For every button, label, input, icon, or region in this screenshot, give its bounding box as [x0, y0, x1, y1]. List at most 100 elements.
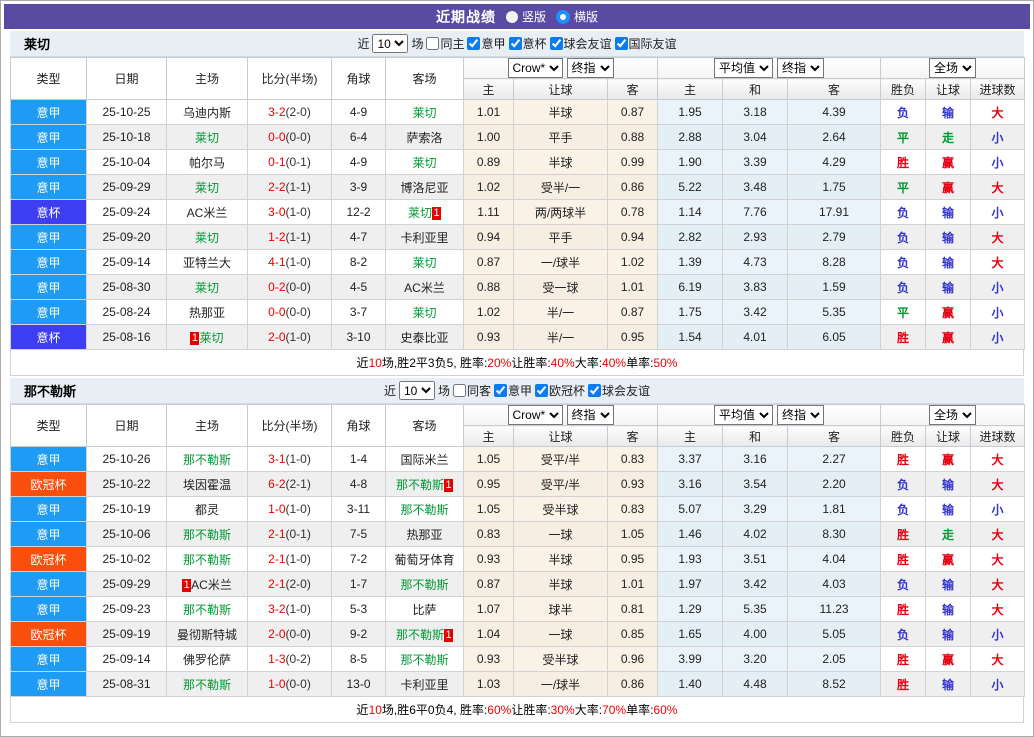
- corners: 3-7: [331, 299, 386, 325]
- radio-selected-icon[interactable]: [556, 9, 570, 24]
- avg-home: 1.46: [657, 521, 723, 547]
- result-outcome: 负: [880, 571, 927, 597]
- result-goals: 小: [970, 324, 1026, 350]
- team-bar-1: 那不勒斯近 10 场 同客 意甲 欧冠杯 球会友谊: [10, 378, 1024, 404]
- team-name-text: 莱切: [412, 155, 437, 170]
- fulltime-score: 2-0: [268, 627, 286, 641]
- home-odds: 1.04: [463, 621, 514, 647]
- competition-badge: 意甲: [10, 149, 87, 175]
- team-name-text: 莱切: [412, 105, 437, 120]
- avg-draw: 4.02: [722, 521, 788, 547]
- same-venue-filter-checkbox[interactable]: [426, 37, 440, 50]
- avg-away: 11.23: [786, 596, 882, 622]
- fulltime-select[interactable]: 全场: [929, 58, 977, 78]
- same-venue-filter[interactable]: 同主: [426, 35, 464, 52]
- avg-home: 5.07: [657, 496, 723, 522]
- radio-horizontal-label: 横版: [574, 10, 599, 24]
- result-handicap: 输: [925, 571, 972, 597]
- league-filter-0[interactable]: 意甲: [494, 382, 532, 399]
- league-filter-1[interactable]: 欧冠杯: [535, 382, 585, 399]
- bookmaker-select[interactable]: Crow*: [507, 58, 563, 78]
- score: 1-0(1-0): [247, 496, 332, 522]
- result-outcome: 胜: [880, 521, 927, 547]
- table-row: 意甲 25-10-25 乌迪内斯 3-2(2-0) 4-9 莱切 1.01 半球 0.87 1.9…: [10, 99, 1026, 125]
- same-venue-filter[interactable]: 同客: [452, 382, 491, 399]
- team-name-text: 比萨: [412, 602, 437, 617]
- odds-stage-select[interactable]: 终指: [566, 58, 614, 78]
- league-filter-3[interactable]: 国际友谊: [614, 35, 677, 52]
- away-team: 莱切: [385, 149, 464, 175]
- league-filter-0[interactable]: 意甲: [467, 35, 506, 52]
- corners: 4-8: [331, 471, 386, 497]
- avg-draw: 5.35: [722, 596, 788, 622]
- layout-radio-horizontal[interactable]: 横版: [556, 8, 598, 25]
- odds-stage-select-2[interactable]: 终指: [777, 405, 824, 425]
- bookmaker-select[interactable]: Crow*: [507, 405, 563, 425]
- average-select[interactable]: 平均值: [714, 58, 773, 78]
- result-handicap: 赢: [925, 646, 972, 672]
- odds-stage-select-2[interactable]: 终指: [777, 58, 824, 78]
- avg-draw: 3.51: [722, 546, 788, 572]
- result-handicap: 输: [925, 274, 972, 300]
- match-date: 25-10-18: [86, 124, 167, 150]
- fulltime-select[interactable]: 全场: [929, 405, 977, 425]
- league-filter-1-checkbox[interactable]: [508, 37, 522, 50]
- match-date: 25-09-14: [86, 249, 167, 275]
- avg-home: 1.29: [657, 596, 723, 622]
- league-filter-2-checkbox[interactable]: [588, 384, 602, 397]
- match-date: 25-09-14: [86, 646, 167, 672]
- league-filter-1-checkbox[interactable]: [535, 384, 549, 397]
- fulltime-score: 1-0: [268, 677, 286, 691]
- same-venue-filter-checkbox[interactable]: [452, 384, 466, 397]
- league-filter-2-checkbox[interactable]: [549, 37, 563, 50]
- team-name-text: 萨索洛: [406, 130, 443, 145]
- league-filter-2-label: 球会友谊: [602, 384, 651, 398]
- fulltime-score: 3-2: [268, 602, 286, 616]
- odds-stage-select[interactable]: 终指: [566, 405, 614, 425]
- sections-container: 莱切近 10 场 同主 意甲 意杯 球会友谊 国际友谊 类型 日期 主场 比分(半场) 角球 客场 Cro…: [1, 31, 1033, 723]
- league-filter-0-checkbox[interactable]: [467, 37, 481, 50]
- competition-badge: 欧冠杯: [10, 471, 87, 497]
- avg-away: 17.91: [786, 199, 882, 225]
- filter-controls: 近 10 场 同客 意甲 欧冠杯 球会友谊: [10, 381, 1024, 400]
- halftime-score: (0-0): [285, 677, 311, 691]
- sub-header-3: 主: [657, 425, 723, 447]
- team-name-text: 卡利亚里: [400, 677, 449, 692]
- league-filter-1[interactable]: 意杯: [508, 35, 547, 52]
- summary-text: 让胜率:: [511, 356, 551, 370]
- match-count-select[interactable]: 10: [372, 34, 409, 53]
- average-select[interactable]: 平均值: [714, 405, 773, 425]
- sub-header-0: 主: [463, 425, 514, 447]
- home-team: 亚特兰大: [166, 249, 248, 275]
- team-name-text: 佛罗伦萨: [182, 652, 231, 667]
- layout-radio-vertical[interactable]: 竖版: [505, 8, 546, 25]
- handicap: 受平/半: [513, 471, 608, 497]
- away-team: 比萨: [385, 596, 464, 622]
- halftime-score: (1-0): [285, 502, 311, 516]
- result-outcome: 胜: [880, 149, 927, 175]
- handicap: 半球: [513, 149, 608, 175]
- team-name-text: 那不勒斯: [400, 502, 449, 517]
- average-odds-group: 平均值 终指: [656, 57, 882, 79]
- team-name-text: 那不勒斯: [182, 527, 231, 542]
- league-filter-3-checkbox[interactable]: [614, 37, 628, 50]
- handicap: 平手: [513, 224, 608, 250]
- handicap: 受半/一: [513, 174, 608, 200]
- match-count-select[interactable]: 10: [398, 381, 435, 400]
- col-header-5: 客场: [385, 57, 464, 100]
- radio-unselected-icon[interactable]: [505, 10, 518, 23]
- result-handicap: 赢: [925, 174, 972, 200]
- home-team: 那不勒斯: [166, 521, 248, 547]
- league-filter-2[interactable]: 球会友谊: [588, 382, 650, 399]
- competition-badge: 意甲: [10, 571, 87, 597]
- avg-draw: 3.16: [722, 446, 788, 472]
- away-odds: 0.86: [607, 174, 658, 200]
- league-filter-0-checkbox[interactable]: [494, 384, 507, 397]
- competition-badge: 意甲: [10, 671, 87, 697]
- home-odds: 1.02: [463, 174, 514, 200]
- league-filter-2[interactable]: 球会友谊: [549, 35, 612, 52]
- avg-away: 8.52: [786, 671, 882, 697]
- col-header-3: 比分(半场): [247, 57, 332, 100]
- table-row: 意甲 25-09-23 那不勒斯 3-2(1-0) 5-3 比萨 1.07 球半 0.81 1.2…: [10, 596, 1026, 622]
- score: 2-1(2-0): [247, 571, 332, 597]
